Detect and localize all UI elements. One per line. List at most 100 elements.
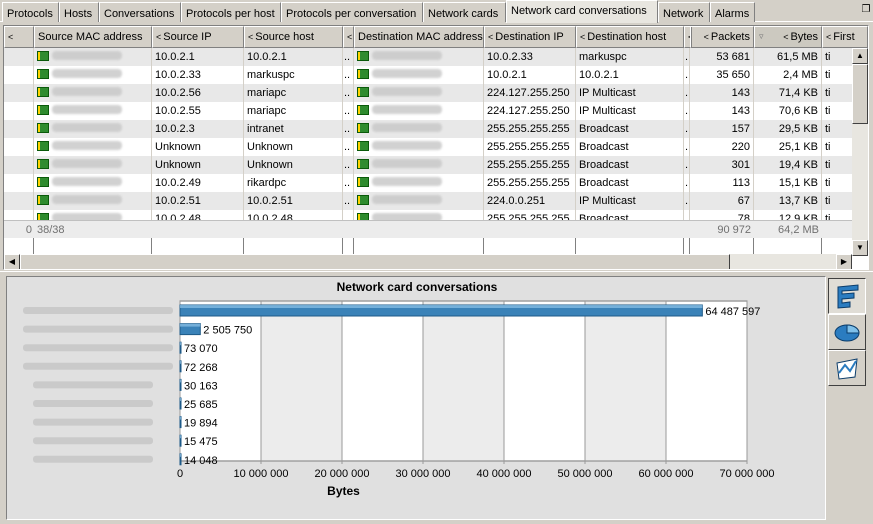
tab-network[interactable]: Network: [658, 2, 710, 22]
table-row[interactable]: Unknown Unknown.. 255.255.255.255 Broadcast…: [4, 138, 852, 156]
source-mac-cell: [34, 84, 152, 102]
source-mac-cell: [34, 102, 152, 120]
bar-highlight: [180, 453, 181, 457]
restore-window-icon[interactable]: ❐: [861, 5, 871, 15]
tab-protocols-per-host[interactable]: Protocols per host: [181, 2, 281, 22]
column-collapse-icon[interactable]: <: [347, 32, 352, 42]
column-header-packets[interactable]: < Packets: [690, 26, 754, 48]
collapsed-column-cell: ..: [343, 120, 354, 138]
redacted-mac-address: [52, 51, 122, 60]
dst-ip-cell: 255.255.255.255: [484, 156, 576, 174]
bar-highlight: [180, 379, 181, 383]
tab-conversations[interactable]: Conversations: [99, 2, 181, 22]
tab-network-card-conversations[interactable]: Network card conversations: [506, 0, 658, 23]
src-host-cell: mariapc: [244, 84, 343, 102]
panel-splitter[interactable]: [0, 271, 873, 275]
bar-value-label: 15 475: [184, 436, 218, 448]
bar-chart: Network card conversations 0 10 000 000 20 …: [23, 280, 775, 498]
summary-index: 0: [25, 224, 32, 236]
row-expand-cell: [4, 66, 34, 84]
column-collapse-icon[interactable]: <: [488, 32, 493, 42]
column-header-src-ip[interactable]: < Source IP: [152, 26, 244, 48]
table-row[interactable]: 10.0.2.33markuspc..10.0.2.110.0.2.1..35 …: [4, 66, 852, 84]
x-tick-label: 40 000 000: [476, 468, 531, 480]
tab-hosts[interactable]: Hosts: [59, 2, 99, 22]
source-mac-cell: [34, 48, 152, 66]
tab-network-cards[interactable]: Network cards: [423, 2, 506, 22]
column-header-src-host[interactable]: < Source host: [244, 26, 343, 48]
horizontal-scrollbar[interactable]: ◀ ▶: [4, 254, 852, 269]
tab-protocols[interactable]: Protocols: [2, 2, 59, 22]
graph-view-button[interactable]: [828, 350, 866, 386]
pie-chart-view-button[interactable]: [828, 314, 866, 350]
network-card-icon: [357, 213, 369, 220]
destination-mac-cell: [354, 48, 484, 66]
column-header-expand[interactable]: <: [4, 26, 34, 48]
table-row[interactable]: 10.0.2.56 mariapc.. 224.127.255.250 IP Mult…: [4, 84, 852, 102]
column-header-dst-mac[interactable]: Destination MAC address: [354, 26, 484, 48]
column-collapse-icon[interactable]: <: [580, 32, 585, 42]
source-mac-cell: [34, 120, 152, 138]
tab-protocols-per-conversation[interactable]: Protocols per conversation: [281, 2, 423, 22]
bytes-cell: 71,4 KB: [754, 84, 822, 102]
column-collapse-icon[interactable]: <: [783, 32, 788, 42]
dst-ip-cell: 255.255.255.255: [484, 138, 576, 156]
column-collapse-icon[interactable]: <: [704, 32, 709, 42]
scroll-up-icon[interactable]: ▲: [852, 48, 868, 64]
x-tick-label: 0: [177, 468, 183, 480]
redacted-mac-address: [372, 177, 442, 186]
bar-highlight: [180, 323, 201, 327]
table-row[interactable]: 10.0.2.48 10.0.2.48.. 255.255.255.255 Broad…: [4, 210, 852, 220]
column-header-dst-ip[interactable]: < Destination IP: [484, 26, 576, 48]
table-row[interactable]: Unknown Unknown.. 255.255.255.255 Broadcast…: [4, 156, 852, 174]
scroll-down-icon[interactable]: ▼: [852, 240, 868, 256]
redacted-category-label: [23, 307, 173, 314]
table-row[interactable]: 10.0.2.55 mariapc.. 224.127.255.250 IP Mult…: [4, 102, 852, 120]
column-collapse-icon[interactable]: <: [156, 32, 161, 42]
network-card-icon: [37, 105, 49, 115]
src-host-cell: 10.0.2.48: [244, 210, 343, 220]
first-cell: ti: [822, 66, 852, 84]
scroll-thumb[interactable]: [852, 64, 868, 124]
redacted-category-label: [33, 418, 153, 426]
bar-highlight: [180, 305, 703, 308]
scroll-left-icon[interactable]: ◀: [4, 254, 20, 269]
hscroll-thumb[interactable]: [20, 254, 730, 269]
grid-band: [504, 302, 585, 460]
bytes-cell: 29,5 KB: [754, 120, 822, 138]
table-row[interactable]: 10.0.2.49 rikardpc.. 255.255.255.255 Broadc…: [4, 174, 852, 192]
tab-alarms[interactable]: Alarms: [710, 2, 755, 22]
packets-cell: 220: [690, 138, 754, 156]
bar-highlight: [180, 360, 181, 364]
collapsed-column-cell: ..: [343, 66, 354, 84]
vertical-scrollbar[interactable]: ▲ ▼: [852, 48, 868, 256]
table-row[interactable]: 10.0.2.51 10.0.2.51.. 224.0.0.251 IP Multic…: [4, 192, 852, 210]
redacted-category-label: [33, 437, 153, 445]
redacted-mac-address: [52, 123, 122, 132]
column-header-gap1[interactable]: <: [343, 26, 354, 48]
column-collapse-icon[interactable]: <: [8, 32, 13, 42]
dst-ip-cell: 224.127.255.250: [484, 102, 576, 120]
table-row[interactable]: 10.0.2.110.0.2.1..10.0.2.33markuspc..53 …: [4, 48, 852, 66]
column-header-first[interactable]: < First: [822, 26, 868, 48]
redacted-mac-address: [372, 141, 442, 150]
column-header-dst-host[interactable]: < Destination host: [576, 26, 684, 48]
bytes-cell: 19,4 KB: [754, 156, 822, 174]
src-ip-cell: Unknown: [152, 138, 244, 156]
column-collapse-icon[interactable]: <: [248, 32, 253, 42]
bar-chart-view-button[interactable]: [828, 278, 866, 314]
source-mac-cell: [34, 138, 152, 156]
column-header-bytes[interactable]: < Bytes ▿: [754, 26, 822, 48]
src-host-cell: intranet: [244, 120, 343, 138]
dst-ip-cell: 255.255.255.255: [484, 210, 576, 220]
column-collapse-icon[interactable]: <: [826, 32, 831, 42]
network-card-icon: [357, 51, 369, 61]
summary-bytes: 64,2 MB: [778, 224, 819, 236]
bar-value-label: 25 685: [184, 399, 218, 411]
conversation-table: < Source MAC address < Source IP < Source hos…: [3, 25, 869, 270]
scroll-right-icon[interactable]: ▶: [836, 254, 852, 269]
table-row[interactable]: 10.0.2.3 intranet.. 255.255.255.255 Broadca…: [4, 120, 852, 138]
bar-highlight: [180, 342, 181, 346]
column-header-src-mac[interactable]: Source MAC address: [34, 26, 152, 48]
bytes-cell: 15,1 KB: [754, 174, 822, 192]
